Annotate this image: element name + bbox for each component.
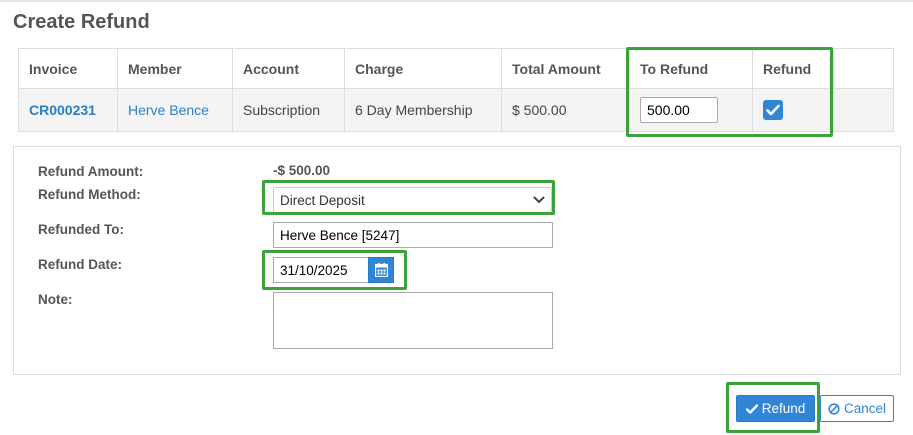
- refund-method-selected: Direct Deposit: [280, 193, 365, 208]
- calendar-icon: [375, 263, 388, 277]
- chevron-down-icon: [533, 196, 545, 203]
- date-picker-button[interactable]: [368, 257, 394, 283]
- cancel-button-label: Cancel: [843, 401, 887, 416]
- cell-spacer: [833, 88, 894, 132]
- refund-method-label: Refund Method:: [38, 187, 141, 202]
- col-header-charge: Charge: [344, 48, 502, 89]
- refunded-to-field[interactable]: [273, 222, 553, 248]
- note-label: Note:: [38, 292, 73, 307]
- refund-amount-value: -$ 500.00: [273, 163, 331, 178]
- table-header-row: Invoice Member Account Charge Total Amou…: [18, 48, 894, 89]
- col-header-member: Member: [117, 48, 233, 89]
- page-title: Create Refund: [13, 11, 150, 33]
- member-link[interactable]: Herve Bence: [128, 102, 209, 118]
- cell-charge: 6 Day Membership: [344, 88, 502, 132]
- create-refund-page: Create Refund Invoice Member Account Cha…: [0, 0, 913, 435]
- refund-checkbox[interactable]: [763, 100, 783, 120]
- col-header-invoice: Invoice: [18, 48, 118, 89]
- cell-total-amount: $ 500.00: [501, 88, 630, 132]
- cancel-button[interactable]: Cancel: [820, 395, 894, 422]
- check-icon: [766, 104, 780, 116]
- invoice-table: Invoice Member Account Charge Total Amou…: [18, 48, 894, 132]
- cell-member: Herve Bence: [117, 88, 233, 132]
- refunded-to-label: Refunded To:: [38, 222, 124, 237]
- check-icon: [745, 403, 758, 414]
- top-divider: [0, 0, 913, 2]
- note-textarea[interactable]: [273, 292, 553, 349]
- cell-to-refund: [629, 88, 753, 132]
- table-row: CR000231 Herve Bence Subscription 6 Day …: [18, 88, 894, 132]
- refund-amount-label: Refund Amount:: [38, 164, 144, 179]
- cell-refund: [752, 88, 834, 132]
- to-refund-input[interactable]: [640, 97, 718, 123]
- cell-account: Subscription: [232, 88, 345, 132]
- refund-method-select[interactable]: Direct Deposit: [273, 187, 552, 213]
- col-header-refund: Refund: [752, 48, 834, 89]
- cell-invoice: CR000231: [18, 88, 118, 132]
- col-header-spacer: [833, 48, 894, 89]
- col-header-total-amount: Total Amount: [501, 48, 630, 89]
- invoice-link[interactable]: CR000231: [29, 102, 96, 118]
- refund-date-label: Refund Date:: [38, 257, 122, 272]
- refund-button[interactable]: Refund: [736, 395, 815, 422]
- col-header-account: Account: [232, 48, 345, 89]
- ban-icon: [828, 402, 840, 415]
- refund-date-field[interactable]: [273, 257, 369, 283]
- col-header-to-refund: To Refund: [629, 48, 753, 89]
- refund-button-label: Refund: [761, 401, 806, 416]
